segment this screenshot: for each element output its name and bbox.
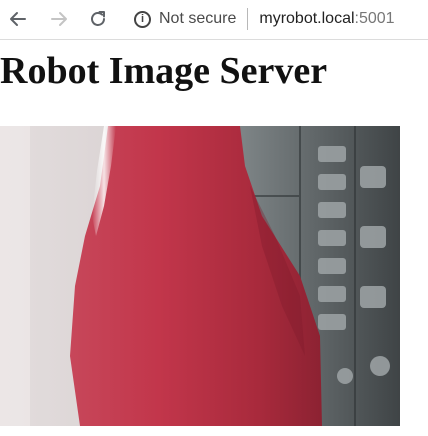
arrow-right-icon	[51, 12, 67, 26]
forward-button[interactable]	[46, 6, 72, 32]
background-light	[0, 126, 30, 426]
reload-icon	[91, 11, 105, 26]
info-icon[interactable]: i	[134, 10, 151, 28]
browser-toolbar: i Not secure myrobot.local:5001	[0, 0, 428, 40]
address-divider	[247, 8, 249, 30]
arrow-left-icon	[10, 12, 26, 26]
url-port: :5001	[354, 10, 395, 27]
robot-camera-image	[0, 126, 400, 426]
page-title: Robot Image Server	[0, 50, 328, 92]
url-text[interactable]: myrobot.local:5001	[259, 10, 394, 28]
reload-button[interactable]	[85, 6, 111, 32]
address-bar[interactable]: i Not secure myrobot.local:5001	[134, 7, 395, 31]
url-host: myrobot.local	[259, 10, 355, 27]
camera-frame	[0, 126, 400, 426]
security-status[interactable]: Not secure	[159, 10, 236, 28]
back-button[interactable]	[5, 6, 31, 32]
